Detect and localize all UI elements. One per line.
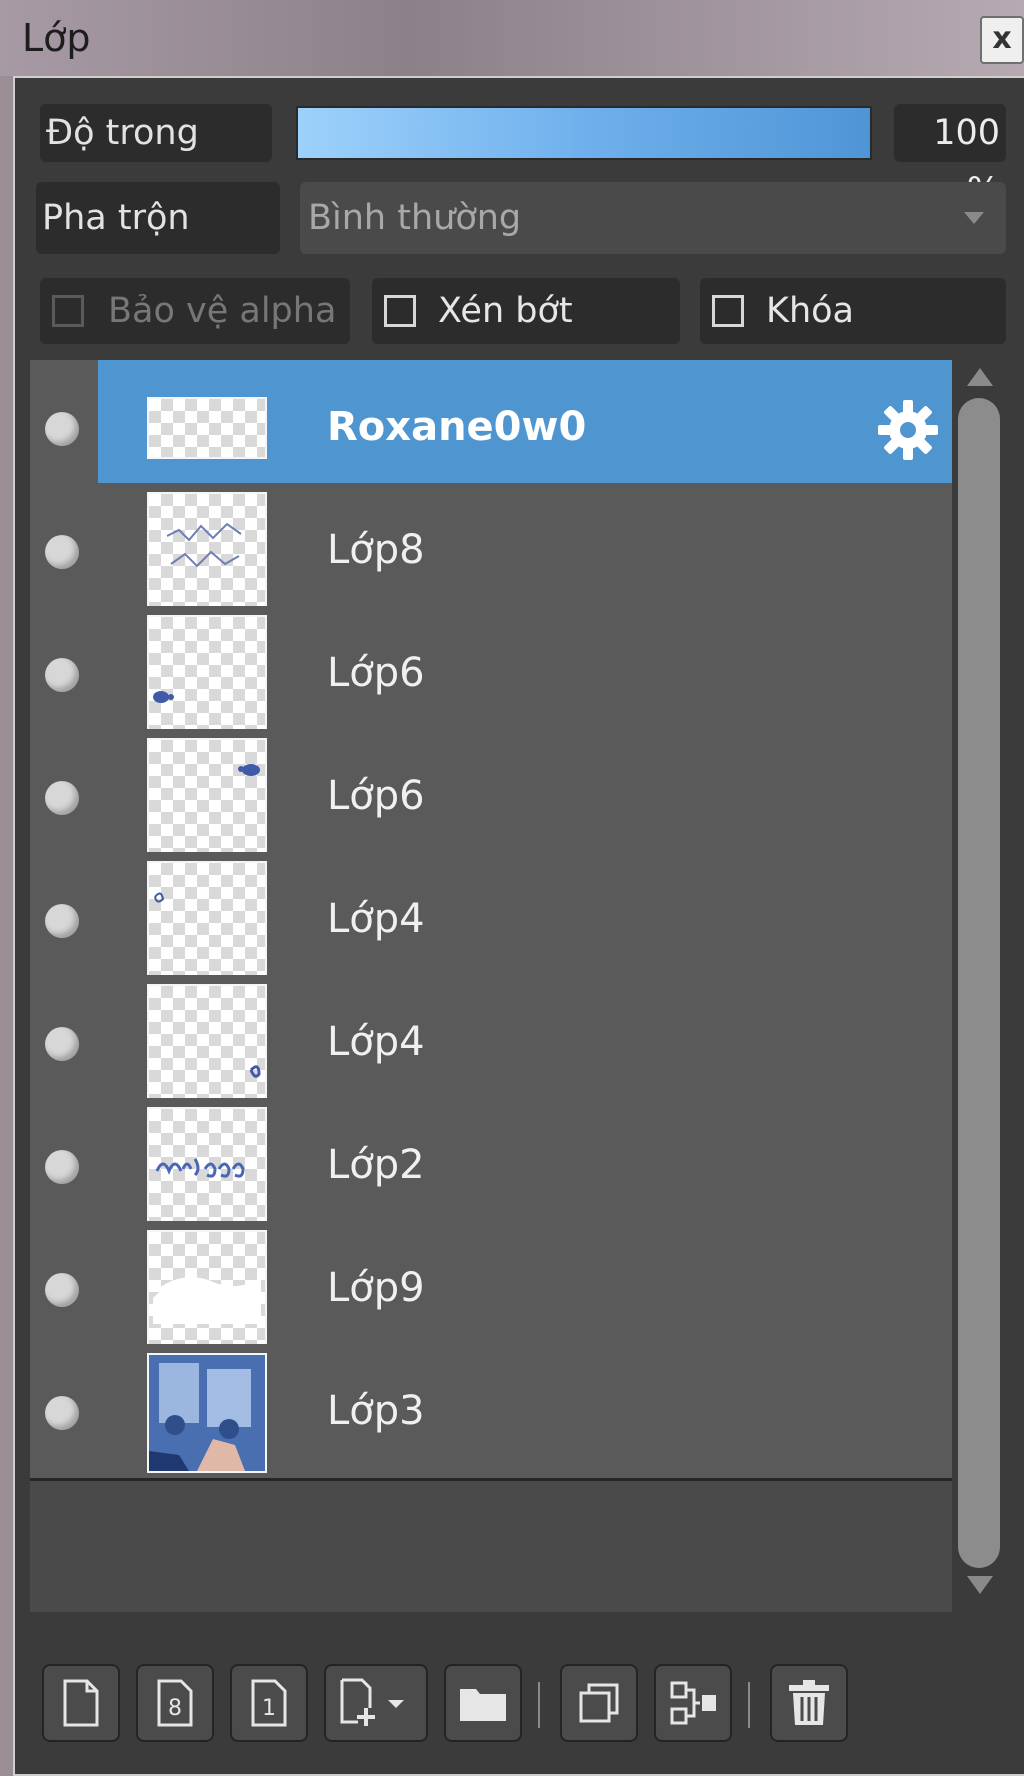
protect-alpha-checkbox[interactable]: Bảo vệ alpha	[40, 278, 350, 344]
new-folder-button[interactable]	[444, 1664, 522, 1742]
gear-icon[interactable]	[876, 398, 940, 462]
blend-mode-select[interactable]: Bình thường	[300, 182, 1006, 254]
svg-text:1: 1	[262, 1696, 276, 1721]
layer-thumbnail	[147, 984, 267, 1104]
layer-thumbnail	[147, 492, 267, 612]
layer-name: Lớp6	[327, 773, 425, 819]
layer-thumbnail	[147, 861, 267, 981]
duplicate-layer-button[interactable]	[560, 1664, 638, 1742]
layer-row[interactable]: Lớp2	[30, 1098, 952, 1235]
eye-dot-icon	[45, 1273, 79, 1307]
eye-dot-icon	[45, 781, 79, 815]
scroll-down-icon[interactable]	[967, 1576, 993, 1594]
layer-row[interactable]: Roxane0w0	[30, 360, 952, 497]
layer-row[interactable]: Lớp9	[30, 1221, 952, 1358]
layer-name: Lớp9	[327, 1265, 425, 1311]
layer-name: Lớp8	[327, 527, 425, 573]
opacity-label: Độ trong	[40, 104, 272, 162]
opacity-slider[interactable]	[296, 106, 872, 160]
layer-list-scrollbar[interactable]	[952, 360, 1006, 1612]
new-layer-8bit-button[interactable]: 8	[136, 1664, 214, 1742]
visibility-toggle[interactable]	[30, 852, 98, 986]
toolbar-separator	[748, 1682, 750, 1728]
eye-dot-icon	[45, 1150, 79, 1184]
trash-icon	[789, 1680, 829, 1725]
layer-name: Lớp3	[327, 1388, 425, 1434]
blend-mode-value: Bình thường	[308, 198, 522, 238]
eye-dot-icon	[45, 658, 79, 692]
layer-thumbnail	[147, 1353, 267, 1473]
protect-alpha-label: Bảo vệ alpha	[108, 291, 337, 331]
layer-name: Lớp4	[327, 1019, 425, 1065]
layer-thumbnail	[147, 1230, 267, 1350]
eye-dot-icon	[45, 1027, 79, 1061]
visibility-toggle[interactable]	[30, 729, 98, 863]
new-layer-8bit-icon: 8	[157, 1679, 193, 1727]
clipping-label: Xén bớt	[438, 291, 573, 331]
visibility-toggle[interactable]	[30, 975, 98, 1109]
opacity-value[interactable]: 100 %	[894, 104, 1006, 211]
scrollbar-thumb[interactable]	[958, 398, 1000, 1568]
layer-thumbnail	[147, 1107, 267, 1227]
add-layer-menu-icon	[340, 1678, 404, 1726]
layer-row[interactable]: Lớp8	[30, 483, 952, 620]
merge-down-button[interactable]	[654, 1664, 732, 1742]
visibility-toggle[interactable]	[30, 1344, 98, 1478]
clipping-checkbox[interactable]: Xén bớt	[372, 278, 680, 344]
blend-mode-label: Pha trộn	[36, 182, 280, 254]
scroll-up-icon[interactable]	[967, 368, 993, 386]
lock-checkbox[interactable]: Khóa	[700, 278, 1006, 344]
toolbar-separator	[538, 1682, 540, 1728]
layer-name: Lớp6	[327, 650, 425, 696]
eye-dot-icon	[45, 904, 79, 938]
folder-icon	[460, 1689, 506, 1721]
eye-dot-icon	[45, 1396, 79, 1430]
visibility-toggle[interactable]	[30, 1098, 98, 1232]
layer-row[interactable]: Lớp3	[30, 1344, 952, 1481]
merge-down-icon	[670, 1681, 716, 1725]
new-layer-icon	[63, 1679, 99, 1727]
delete-layer-button[interactable]	[770, 1664, 848, 1742]
checkbox-box	[52, 295, 84, 327]
add-layer-menu-button[interactable]	[324, 1664, 428, 1742]
layer-name: Lớp4	[327, 896, 425, 942]
layer-row[interactable]: Lớp4	[30, 852, 952, 989]
layer-list: Roxane0w0 Lớp8 Lớp6 Lớp6 Lớp4 Lớp4 Lớp2 …	[30, 360, 952, 1612]
eye-dot-icon	[45, 412, 79, 446]
new-layer-1bit-button[interactable]: 1	[230, 1664, 308, 1742]
visibility-toggle[interactable]	[30, 360, 98, 494]
new-layer-button[interactable]	[42, 1664, 120, 1742]
layer-name: Roxane0w0	[327, 404, 587, 450]
layer-row[interactable]: Lớp6	[30, 606, 952, 743]
panel-title: Lớp	[22, 16, 91, 60]
eye-dot-icon	[45, 535, 79, 569]
visibility-toggle[interactable]	[30, 606, 98, 740]
new-layer-1bit-icon: 1	[251, 1679, 287, 1727]
layer-row[interactable]: Lớp4	[30, 975, 952, 1112]
checkbox-box	[712, 295, 744, 327]
visibility-toggle[interactable]	[30, 1221, 98, 1355]
layer-thumbnail	[147, 615, 267, 735]
visibility-toggle[interactable]	[30, 483, 98, 617]
layer-thumbnail	[147, 397, 267, 459]
duplicate-layer-icon	[579, 1683, 619, 1723]
layer-thumbnail	[147, 738, 267, 858]
layer-row[interactable]: Lớp6	[30, 729, 952, 866]
layer-toolbar: 8 1	[30, 1660, 1006, 1750]
lock-label: Khóa	[766, 291, 854, 331]
checkbox-box	[384, 295, 416, 327]
svg-text:8: 8	[168, 1696, 182, 1721]
layer-name: Lớp2	[327, 1142, 425, 1188]
chevron-down-icon	[964, 212, 984, 224]
close-button[interactable]: x	[980, 16, 1024, 64]
panel-titlebar: Lớp x	[0, 0, 1024, 76]
